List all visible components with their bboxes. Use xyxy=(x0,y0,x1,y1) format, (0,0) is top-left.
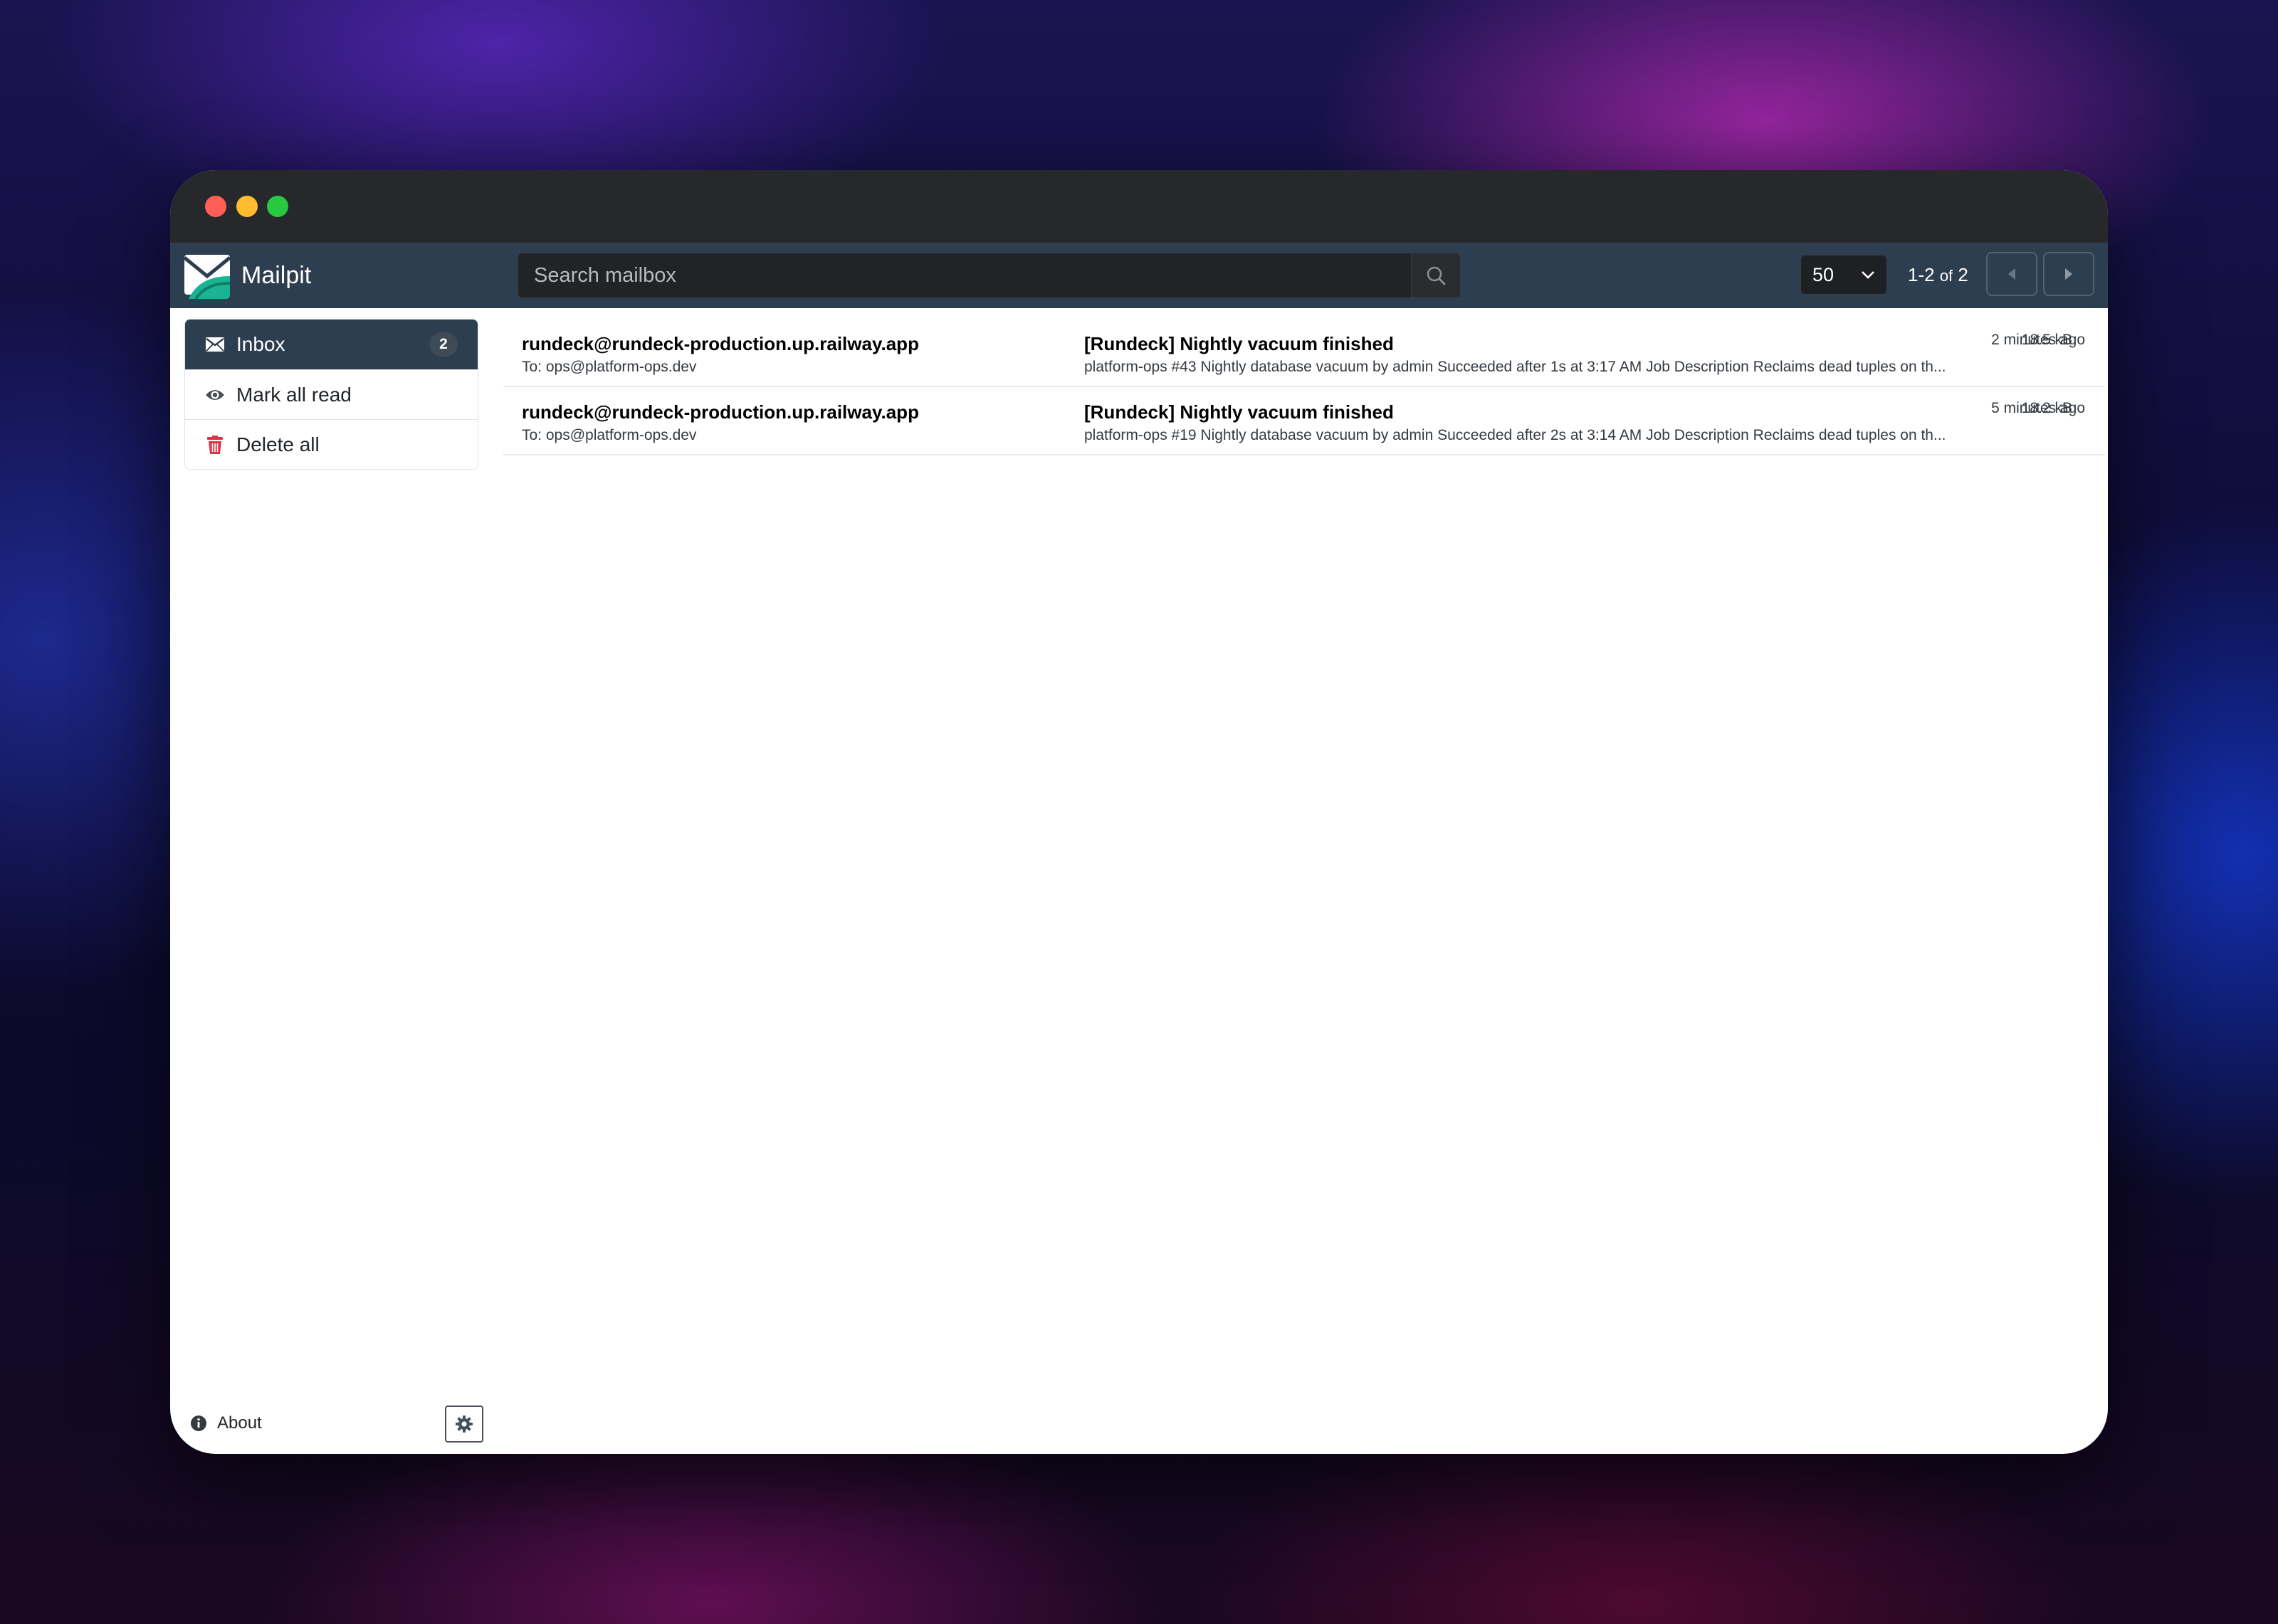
message-to: To: ops@platform-ops.dev xyxy=(522,427,697,443)
settings-button[interactable] xyxy=(445,1406,483,1443)
app-name: Mailpit xyxy=(241,261,312,289)
search-icon xyxy=(1427,266,1446,285)
search-button[interactable] xyxy=(1411,253,1461,298)
title-bar xyxy=(170,170,2108,243)
previous-page-button[interactable] xyxy=(1986,252,2037,296)
mailpit-logo-icon xyxy=(183,255,231,299)
unread-count-badge: 2 xyxy=(429,332,458,357)
sidebar-item-delete-all[interactable]: Delete all xyxy=(185,419,478,469)
per-page-value: 50 xyxy=(1812,263,1835,285)
sidebar-item-inbox[interactable]: Inbox 2 xyxy=(185,320,478,369)
eye-icon xyxy=(205,385,225,405)
next-page-button[interactable] xyxy=(2043,252,2094,296)
minimize-window-button[interactable] xyxy=(236,196,258,217)
search-form xyxy=(518,253,1461,298)
message-list: rundeck@rundeck-production.up.railway.ap… xyxy=(503,319,2105,455)
message-age: 2 minutes ago xyxy=(1991,332,2085,348)
message-snippet: platform-ops #19 Nightly database vacuum… xyxy=(1084,427,1946,443)
message-row[interactable]: rundeck@rundeck-production.up.railway.ap… xyxy=(503,387,2105,455)
gear-icon xyxy=(456,1415,473,1433)
maximize-window-button[interactable] xyxy=(267,196,288,217)
pagination-range: 1-2 xyxy=(1908,264,1935,285)
pagination-of-label: of xyxy=(1939,267,1953,285)
caret-left-icon xyxy=(2008,268,2015,280)
brand-link[interactable]: Mailpit xyxy=(183,251,311,300)
pagination-total: 2 xyxy=(1958,264,1968,285)
sidebar-item-label: Mark all read xyxy=(236,383,352,406)
sidebar-item-label: Delete all xyxy=(236,433,320,455)
trash-icon xyxy=(205,435,225,455)
app-window: Mailpit rundeck@rundeck-production.up.ra… xyxy=(170,170,2108,1454)
pagination-summary: 1-2 of 2 xyxy=(1908,264,1968,286)
message-age: 5 minutes ago xyxy=(1991,400,2085,416)
chevron-down-icon xyxy=(1862,271,1874,279)
about-link[interactable]: About xyxy=(190,1413,262,1433)
message-from: rundeck@rundeck-production.up.railway.ap… xyxy=(522,333,919,354)
message-row[interactable]: rundeck@rundeck-production.up.railway.ap… xyxy=(503,319,2105,387)
message-to: To: ops@platform-ops.dev xyxy=(522,359,697,375)
per-page-select[interactable]: 50 xyxy=(1800,255,1887,295)
message-snippet: platform-ops #43 Nightly database vacuum… xyxy=(1084,359,1946,375)
sidebar-item-mark-all-read[interactable]: Mark all read xyxy=(185,369,478,419)
message-subject: [Rundeck] Nightly vacuum finished xyxy=(1084,401,1394,423)
sidebar-item-label: Inbox xyxy=(236,333,285,355)
caret-right-icon xyxy=(2065,268,2072,280)
sidebar-menu: Inbox 2 Mark all read Delete all xyxy=(184,319,478,470)
about-label: About xyxy=(217,1413,262,1433)
message-from: rundeck@rundeck-production.up.railway.ap… xyxy=(522,401,919,423)
message-subject: [Rundeck] Nightly vacuum finished xyxy=(1084,333,1394,354)
search-input[interactable] xyxy=(518,253,1411,298)
envelope-icon xyxy=(205,334,225,354)
close-window-button[interactable] xyxy=(205,196,226,217)
info-icon xyxy=(190,1415,207,1432)
